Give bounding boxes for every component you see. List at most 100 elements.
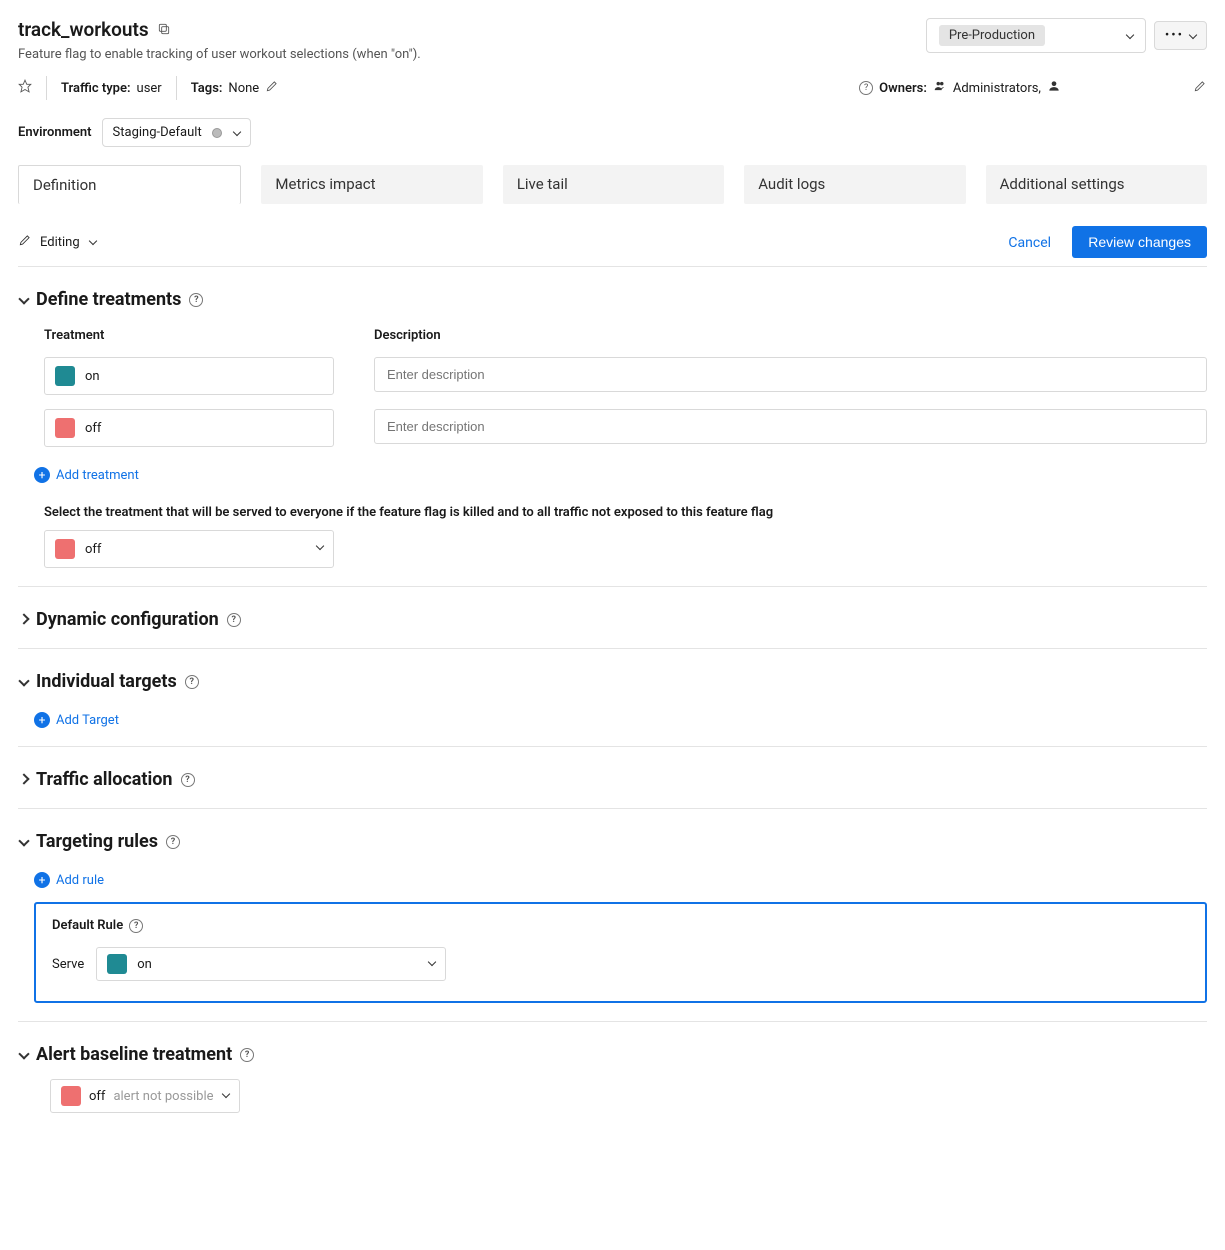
help-icon[interactable]: ? xyxy=(129,919,143,933)
tabs: Definition Metrics impact Live tail Audi… xyxy=(18,165,1207,204)
alert-baseline-select[interactable]: off alert not possible xyxy=(50,1079,240,1113)
user-icon xyxy=(1047,79,1061,97)
chevron-down-icon xyxy=(18,837,28,847)
chevron-right-icon xyxy=(18,775,28,785)
plus-icon: + xyxy=(34,712,50,728)
env-group-selected: Pre-Production xyxy=(939,25,1045,46)
star-icon[interactable] xyxy=(18,79,32,97)
tags[interactable]: Tags: None xyxy=(191,79,279,97)
chevron-down-icon xyxy=(315,543,323,551)
serve-treatment-select[interactable]: on xyxy=(96,947,446,981)
section-traffic-allocation[interactable]: Traffic allocation ? xyxy=(18,769,1207,790)
help-icon[interactable]: ? xyxy=(166,835,180,849)
owners-value: Administrators, xyxy=(953,81,1041,96)
chevron-down-icon xyxy=(1188,32,1196,40)
chevron-down-icon xyxy=(18,1050,28,1060)
section-dynamic-configuration[interactable]: Dynamic configuration ? xyxy=(18,609,1207,630)
group-icon xyxy=(933,79,947,97)
chevron-down-icon xyxy=(18,677,28,687)
tab-definition[interactable]: Definition xyxy=(18,165,241,204)
cancel-button[interactable]: Cancel xyxy=(1008,235,1051,251)
description-input[interactable] xyxy=(385,366,1196,383)
more-actions-button[interactable]: ••• xyxy=(1154,21,1207,50)
flag-title: track_workouts xyxy=(18,18,926,41)
tags-value: None xyxy=(228,81,259,96)
add-treatment-button[interactable]: + Add treatment xyxy=(34,467,139,483)
section-title: Dynamic configuration xyxy=(36,609,219,630)
chevron-right-icon xyxy=(18,615,28,625)
chevron-down-icon xyxy=(88,238,96,246)
help-icon[interactable]: ? xyxy=(185,675,199,689)
help-icon[interactable]: ? xyxy=(181,773,195,787)
editing-mode[interactable]: Editing xyxy=(18,233,96,251)
plus-icon: + xyxy=(34,467,50,483)
environment-select[interactable]: Staging-Default xyxy=(102,118,251,147)
section-targeting-rules[interactable]: Targeting rules ? xyxy=(18,831,1207,852)
tab-live-tail[interactable]: Live tail xyxy=(503,165,724,204)
copy-icon[interactable] xyxy=(157,18,171,41)
serve-label: Serve xyxy=(52,957,84,972)
alert-value: off xyxy=(89,1089,105,1104)
treatment-on-description-input[interactable] xyxy=(374,357,1207,392)
tags-label: Tags: xyxy=(191,81,223,96)
color-swatch-teal xyxy=(55,366,75,386)
description-input[interactable] xyxy=(385,418,1196,435)
color-swatch-red xyxy=(55,539,75,559)
flag-name-text: track_workouts xyxy=(18,18,149,41)
pencil-icon xyxy=(18,233,32,251)
section-define-treatments[interactable]: Define treatments ? xyxy=(18,289,1207,310)
treatment-name: on xyxy=(85,369,100,384)
env-group-dropdown[interactable]: Pre-Production xyxy=(926,18,1146,53)
section-title: Alert baseline treatment xyxy=(36,1044,232,1065)
section-title: Define treatments xyxy=(36,289,181,310)
flag-description: Feature flag to enable tracking of user … xyxy=(18,47,926,62)
status-dot-icon xyxy=(212,128,222,138)
help-icon[interactable]: ? xyxy=(227,613,241,627)
default-rule-box: Default Rule ? Serve on xyxy=(34,902,1207,1003)
default-treatment-select[interactable]: off xyxy=(44,530,334,568)
default-treatment-instruction: Select the treatment that will be served… xyxy=(44,505,1207,520)
review-changes-button[interactable]: Review changes xyxy=(1072,226,1207,258)
environment-value: Staging-Default xyxy=(113,125,202,140)
environment-label: Environment xyxy=(18,125,92,140)
plus-icon: + xyxy=(34,872,50,888)
section-individual-targets[interactable]: Individual targets ? xyxy=(18,671,1207,692)
section-alert-baseline[interactable]: Alert baseline treatment ? xyxy=(18,1044,1207,1065)
tab-metrics-impact[interactable]: Metrics impact xyxy=(261,165,482,204)
edit-icon[interactable] xyxy=(265,79,279,97)
color-swatch-red xyxy=(55,418,75,438)
treatment-name: off xyxy=(85,421,101,436)
chevron-down-icon xyxy=(427,959,435,967)
tab-additional-settings[interactable]: Additional settings xyxy=(986,165,1207,204)
add-treatment-label: Add treatment xyxy=(56,468,139,483)
add-target-button[interactable]: + Add Target xyxy=(34,712,119,728)
section-title: Individual targets xyxy=(36,671,177,692)
section-title: Traffic allocation xyxy=(36,769,173,790)
help-icon[interactable]: ? xyxy=(859,81,873,95)
help-icon[interactable]: ? xyxy=(189,293,203,307)
treatment-off-description-input[interactable] xyxy=(374,409,1207,444)
add-rule-button[interactable]: + Add rule xyxy=(34,872,104,888)
add-target-label: Add Target xyxy=(56,713,119,728)
color-swatch-teal xyxy=(107,954,127,974)
treatment-on-input[interactable]: on xyxy=(44,357,334,395)
traffic-type: Traffic type: user xyxy=(61,81,162,96)
help-icon[interactable]: ? xyxy=(240,1048,254,1062)
alert-hint: alert not possible xyxy=(113,1089,213,1104)
edit-icon[interactable] xyxy=(1193,79,1207,97)
tab-audit-logs[interactable]: Audit logs xyxy=(744,165,965,204)
treatment-column-header: Treatment xyxy=(44,328,334,343)
color-swatch-red xyxy=(61,1086,81,1106)
chevron-down-icon xyxy=(18,295,28,305)
owners-label: Owners: xyxy=(879,81,927,96)
traffic-type-value: user xyxy=(137,81,162,96)
owners: ? Owners: Administrators, xyxy=(859,79,1207,97)
description-column-header: Description xyxy=(374,328,1207,343)
more-icon: ••• xyxy=(1165,28,1184,43)
default-treatment-value: off xyxy=(85,542,101,557)
treatment-off-input[interactable]: off xyxy=(44,409,334,447)
chevron-down-icon xyxy=(221,1091,229,1099)
chevron-down-icon xyxy=(1125,32,1133,40)
editing-label: Editing xyxy=(40,235,80,250)
serve-value: on xyxy=(137,957,152,972)
